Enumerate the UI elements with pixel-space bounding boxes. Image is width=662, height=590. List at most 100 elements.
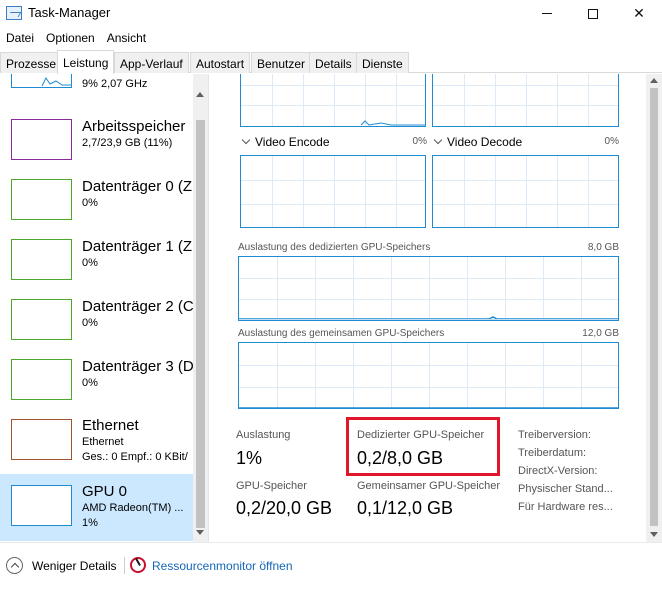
shared-mem-line bbox=[239, 407, 618, 408]
gpu-mem-label: GPU-Speicher bbox=[236, 480, 307, 492]
cpu-mini-graph bbox=[41, 77, 71, 87]
shared-mem-graph-label: Auslastung des gemeinsamen GPU-Speichers bbox=[238, 328, 445, 339]
sidebar-item-sub2: 1% bbox=[82, 517, 98, 529]
resource-monitor-icon[interactable] bbox=[130, 557, 146, 573]
details-scrollbar[interactable] bbox=[646, 74, 662, 542]
sidebar-item-sub: 0% bbox=[82, 317, 98, 329]
sidebar-item-sub: 0% bbox=[82, 257, 98, 269]
tab-details[interactable]: Details bbox=[309, 52, 358, 73]
sidebar-item-label: Datenträger 3 (D bbox=[82, 358, 194, 375]
utilization-label: Auslastung bbox=[236, 429, 291, 441]
menu-ansicht[interactable]: Ansicht bbox=[101, 27, 152, 49]
tab-app-verlauf[interactable]: App-Verlauf bbox=[114, 52, 189, 73]
sidebar-item-gpu-0[interactable]: GPU 0 AMD Radeon(TM) ... 1% bbox=[0, 474, 193, 541]
sidebar-item-label: Arbeitsspeicher bbox=[82, 118, 186, 135]
sidebar-item-label: Ethernet bbox=[82, 417, 139, 434]
dedicated-mem-graph-max: 8,0 GB bbox=[587, 242, 619, 253]
minimize-icon bbox=[542, 13, 552, 14]
engine-graph-3d bbox=[240, 74, 426, 127]
scroll-down-icon[interactable] bbox=[196, 530, 204, 535]
minimize-button[interactable] bbox=[524, 0, 570, 27]
maximize-button[interactable] bbox=[570, 0, 616, 27]
fewer-details-button[interactable]: Weniger Details bbox=[32, 559, 116, 573]
sidebar-item-disk-1[interactable]: Datenträger 1 (Z 0% bbox=[0, 230, 193, 290]
dedicated-mem-graph-label: Auslastung des dedizierten GPU-Speichers bbox=[238, 242, 431, 253]
chevron-down-icon bbox=[433, 135, 443, 145]
tab-prozesse[interactable]: Prozesse bbox=[0, 52, 63, 73]
directx-version-label: DirectX-Version: bbox=[518, 465, 598, 477]
chevron-down-icon bbox=[241, 135, 251, 145]
separator bbox=[124, 557, 125, 574]
sidebar-item-disk-0[interactable]: Datenträger 0 (Z 0% bbox=[0, 170, 193, 230]
menu-optionen[interactable]: Optionen bbox=[40, 27, 101, 49]
gpu-details-panel: Video Encode 0% Video Decode 0% Auslastu… bbox=[209, 74, 662, 542]
collapse-icon[interactable] bbox=[6, 557, 23, 574]
video-decode-graph bbox=[432, 155, 619, 228]
dedicated-gpu-mem-label: Dedizierter GPU-Speicher bbox=[357, 429, 485, 441]
sidebar-scrollbar[interactable] bbox=[193, 74, 208, 542]
scrollbar-thumb[interactable] bbox=[196, 120, 205, 528]
tab-leistung[interactable]: Leistung bbox=[57, 50, 115, 74]
memory-thumbnail bbox=[11, 119, 72, 160]
scroll-up-icon[interactable] bbox=[196, 92, 204, 97]
close-button[interactable]: ✕ bbox=[616, 0, 662, 27]
cpu-thumbnail bbox=[11, 74, 72, 88]
sidebar-item-label: Datenträger 2 (C bbox=[82, 298, 194, 315]
disk-thumbnail bbox=[11, 179, 72, 220]
utilization-value: 1% bbox=[236, 448, 263, 468]
engine-label: Video Encode bbox=[255, 135, 330, 149]
sidebar-item-label: Datenträger 1 (Z bbox=[82, 238, 193, 255]
menu-bar: Datei Optionen Ansicht bbox=[0, 27, 152, 49]
sidebar-item-sub: 9% 2,07 GHz bbox=[82, 78, 148, 90]
task-manager-icon bbox=[6, 6, 22, 20]
tab-benutzer[interactable]: Benutzer bbox=[251, 52, 312, 73]
sidebar-item-sub: Ethernet bbox=[82, 436, 124, 448]
disk-thumbnail bbox=[11, 239, 72, 280]
engine-graph-line bbox=[360, 120, 425, 126]
dedicated-gpu-mem-value: 0,2/8,0 GB bbox=[357, 448, 444, 468]
engine-label: Video Decode bbox=[447, 135, 523, 149]
dedicated-mem-graph bbox=[238, 256, 619, 321]
status-bar: Weniger Details Ressourcenmonitor öffnen bbox=[0, 542, 662, 590]
close-icon: ✕ bbox=[633, 5, 645, 21]
scroll-down-icon[interactable] bbox=[650, 532, 658, 537]
gpu-thumbnail bbox=[11, 485, 72, 526]
driver-date-label: Treiberdatum: bbox=[518, 447, 587, 459]
ethernet-thumbnail bbox=[11, 419, 72, 460]
title-bar: Task-Manager ✕ bbox=[0, 0, 662, 27]
video-encode-graph bbox=[240, 155, 426, 228]
tab-autostart[interactable]: Autostart bbox=[190, 52, 251, 73]
sidebar-item-disk-3[interactable]: Datenträger 3 (D 0% bbox=[0, 350, 194, 410]
scrollbar-thumb[interactable] bbox=[650, 88, 658, 526]
sidebar-item-sub: 2,7/23,9 GB (11%) bbox=[82, 137, 173, 149]
driver-version-label: Treiberversion: bbox=[518, 429, 591, 441]
sidebar-item-cpu[interactable]: 9% 2,07 GHz bbox=[0, 74, 193, 98]
sidebar-item-label: GPU 0 bbox=[82, 483, 128, 500]
scroll-up-icon[interactable] bbox=[650, 78, 658, 83]
tab-dienste[interactable]: Dienste bbox=[356, 52, 409, 73]
sidebar-item-ethernet[interactable]: Ethernet Ethernet Ges.: 0 Empf.: 0 KBit/ bbox=[0, 410, 193, 470]
disk-thumbnail bbox=[11, 299, 72, 340]
engine-pct: 0% bbox=[412, 136, 427, 147]
engine-select-decode[interactable]: Video Decode bbox=[433, 135, 523, 149]
sidebar-item-label: Datenträger 0 (Z bbox=[82, 178, 193, 195]
shared-mem-graph bbox=[238, 342, 619, 409]
disk-thumbnail bbox=[11, 359, 72, 400]
engine-pct: 0% bbox=[604, 136, 619, 147]
open-resource-monitor-link[interactable]: Ressourcenmonitor öffnen bbox=[152, 559, 293, 573]
sidebar-item-memory[interactable]: Arbeitsspeicher 2,7/23,9 GB (11%) bbox=[0, 110, 193, 170]
physical-location-label: Physischer Stand... bbox=[518, 483, 613, 495]
engine-select-encode[interactable]: Video Encode bbox=[241, 135, 330, 149]
gpu-mem-value: 0,2/20,0 GB bbox=[236, 498, 333, 518]
sidebar-item-sub2: Ges.: 0 Empf.: 0 KBit/ bbox=[82, 451, 188, 463]
menu-datei[interactable]: Datei bbox=[0, 27, 40, 49]
sidebar-item-sub: 0% bbox=[82, 377, 98, 389]
tab-bar: Prozesse Leistung App-Verlauf Autostart … bbox=[0, 50, 662, 74]
shared-mem-graph-max: 12,0 GB bbox=[582, 328, 619, 339]
sidebar-item-sub: AMD Radeon(TM) ... bbox=[82, 502, 184, 514]
window-title: Task-Manager bbox=[28, 5, 111, 20]
sidebar-item-disk-2[interactable]: Datenträger 2 (C 0% bbox=[0, 290, 194, 350]
engine-graph-copy bbox=[432, 74, 619, 127]
hardware-reserved-label: Für Hardware res... bbox=[518, 501, 613, 513]
dedicated-mem-line bbox=[239, 316, 618, 320]
